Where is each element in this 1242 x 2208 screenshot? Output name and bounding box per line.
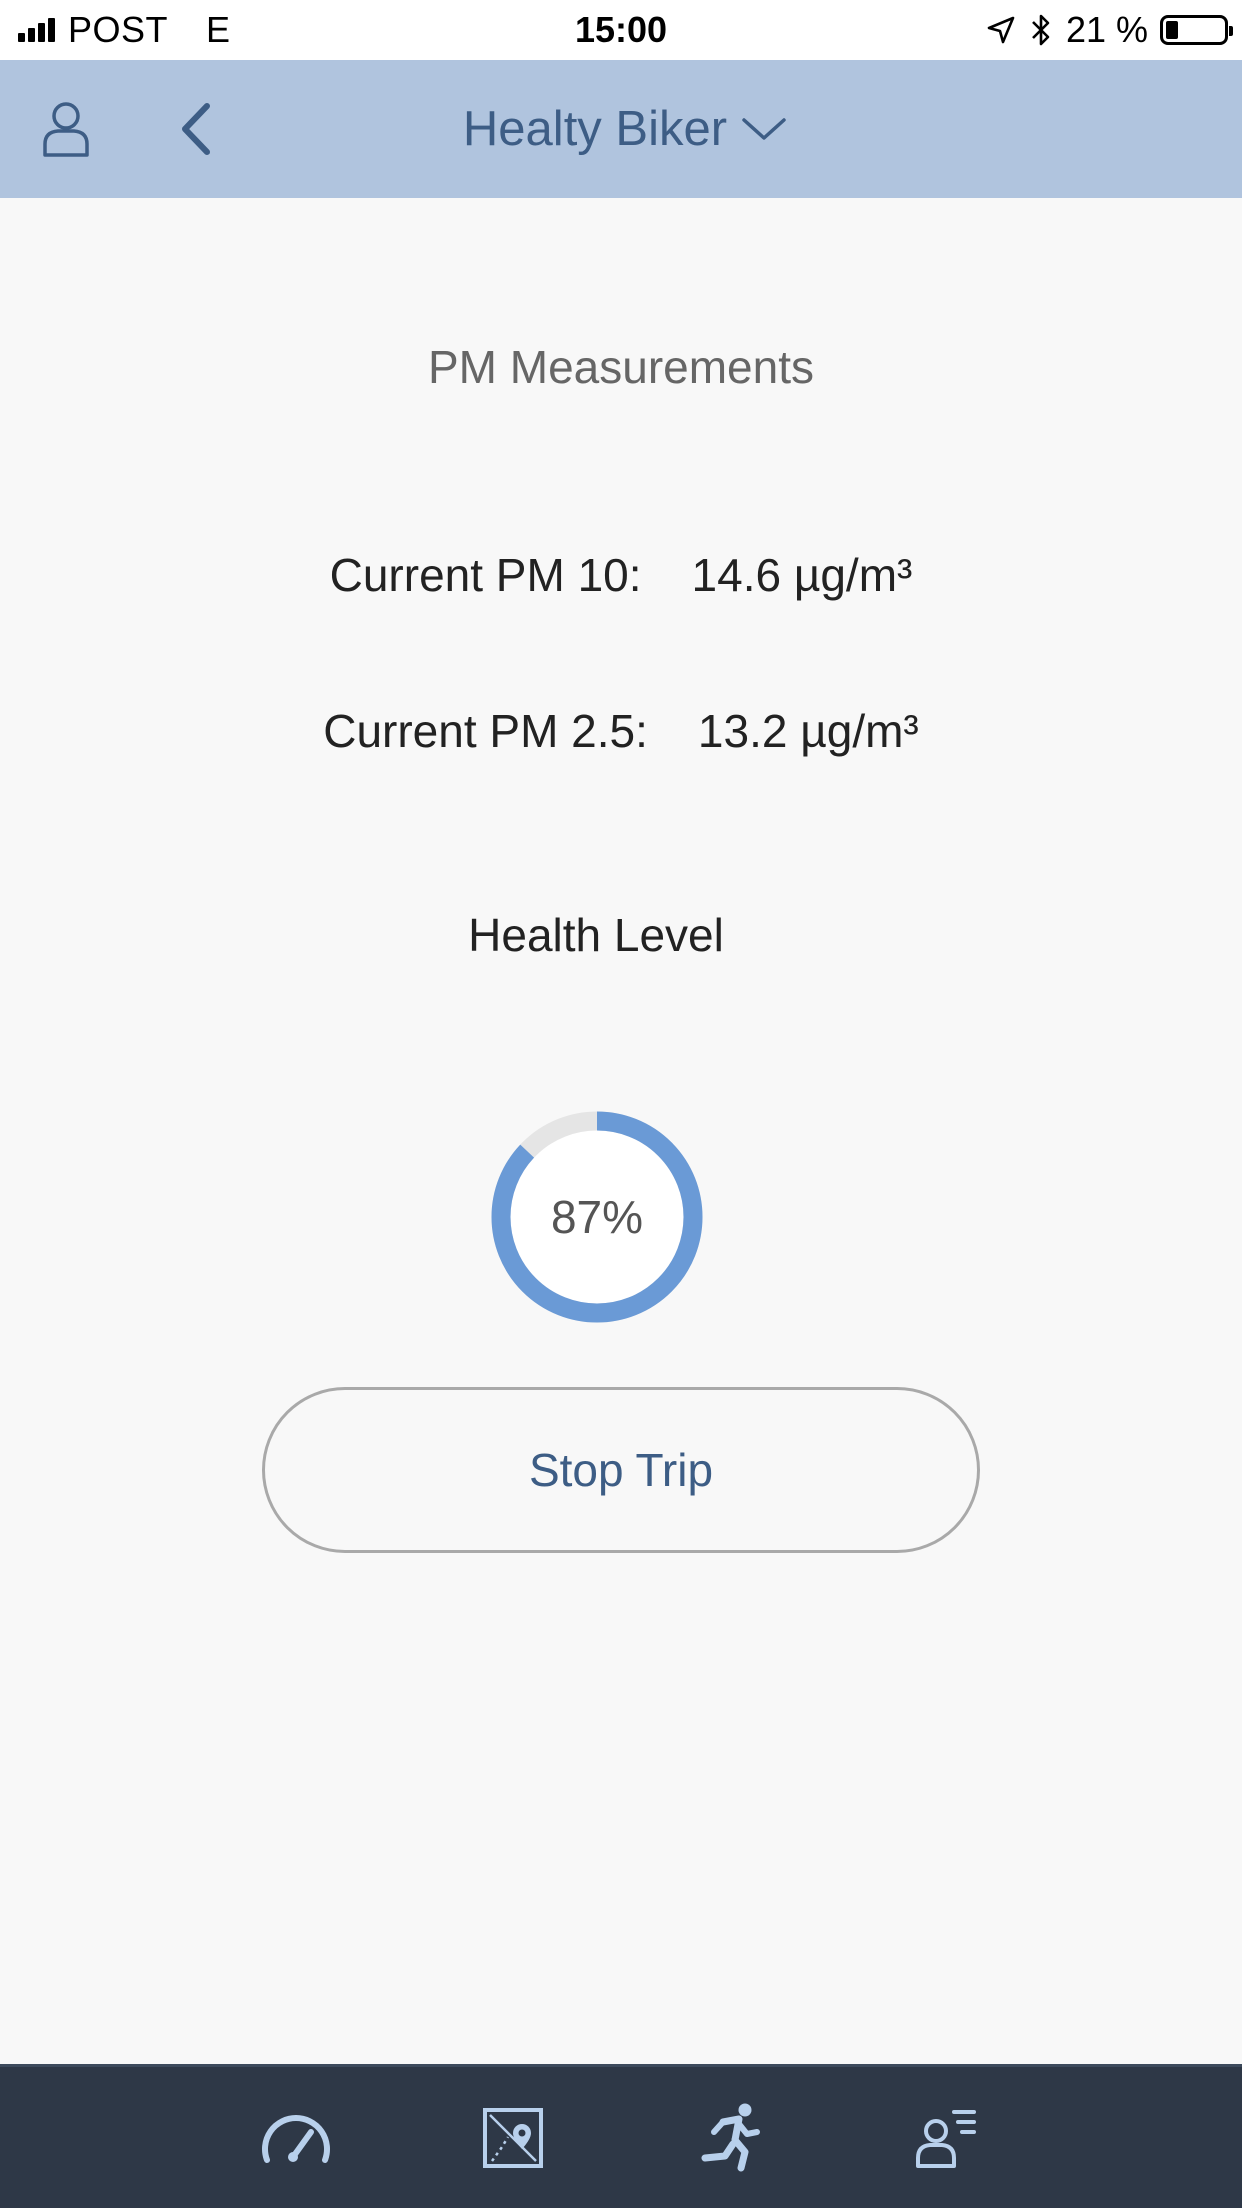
tab-profile[interactable] [886, 2067, 1006, 2208]
map-route-icon [483, 2107, 543, 2168]
back-button[interactable] [160, 60, 232, 198]
pm25-value: 13.2 µg/m³ [697, 705, 919, 757]
pm10-value: 14.6 µg/m³ [691, 549, 913, 601]
battery-percent: 21 % [1065, 9, 1148, 50]
pm10-row: Current PM 10: 14.6 µg/m³ [0, 548, 1242, 602]
location-arrow-icon [987, 16, 1015, 44]
battery-icon [1160, 15, 1233, 45]
trip-mode-dropdown[interactable]: Healty Biker [463, 101, 787, 157]
pm25-row: Current PM 2.5: 13.2 µg/m³ [0, 704, 1242, 758]
status-right: 21 % [986, 0, 1233, 60]
tab-activity[interactable] [670, 2067, 790, 2208]
chevron-down-icon [742, 118, 786, 140]
bottom-tab-bar [0, 2064, 1242, 2208]
speedometer-icon [262, 2114, 330, 2163]
tab-dashboard[interactable] [236, 2067, 356, 2208]
stop-trip-label: Stop Trip [528, 1444, 714, 1496]
stop-trip-button[interactable]: Stop Trip [262, 1387, 980, 1553]
section-title: PM Measurements [427, 341, 814, 393]
battery-fill [1166, 21, 1178, 39]
bluetooth-icon [1032, 14, 1050, 46]
header-title: Healty Biker [462, 102, 728, 156]
running-person-icon [701, 2103, 760, 2171]
profile-icon [43, 102, 89, 157]
pm25-label: Current PM 2.5: [323, 705, 648, 757]
health-level-title: Health Level [468, 909, 724, 961]
app-header: Healty Biker [0, 60, 1242, 198]
health-level-value: 87% [550, 1191, 644, 1243]
user-list-icon [916, 2109, 976, 2168]
tab-map[interactable] [453, 2067, 573, 2208]
status-bar: POST E 15:00 21 % [0, 0, 1242, 60]
back-chevron-icon [182, 103, 210, 155]
pm10-label: Current PM 10: [329, 549, 642, 601]
profile-button[interactable] [30, 60, 102, 198]
health-level-gauge: 87% [490, 1110, 704, 1324]
